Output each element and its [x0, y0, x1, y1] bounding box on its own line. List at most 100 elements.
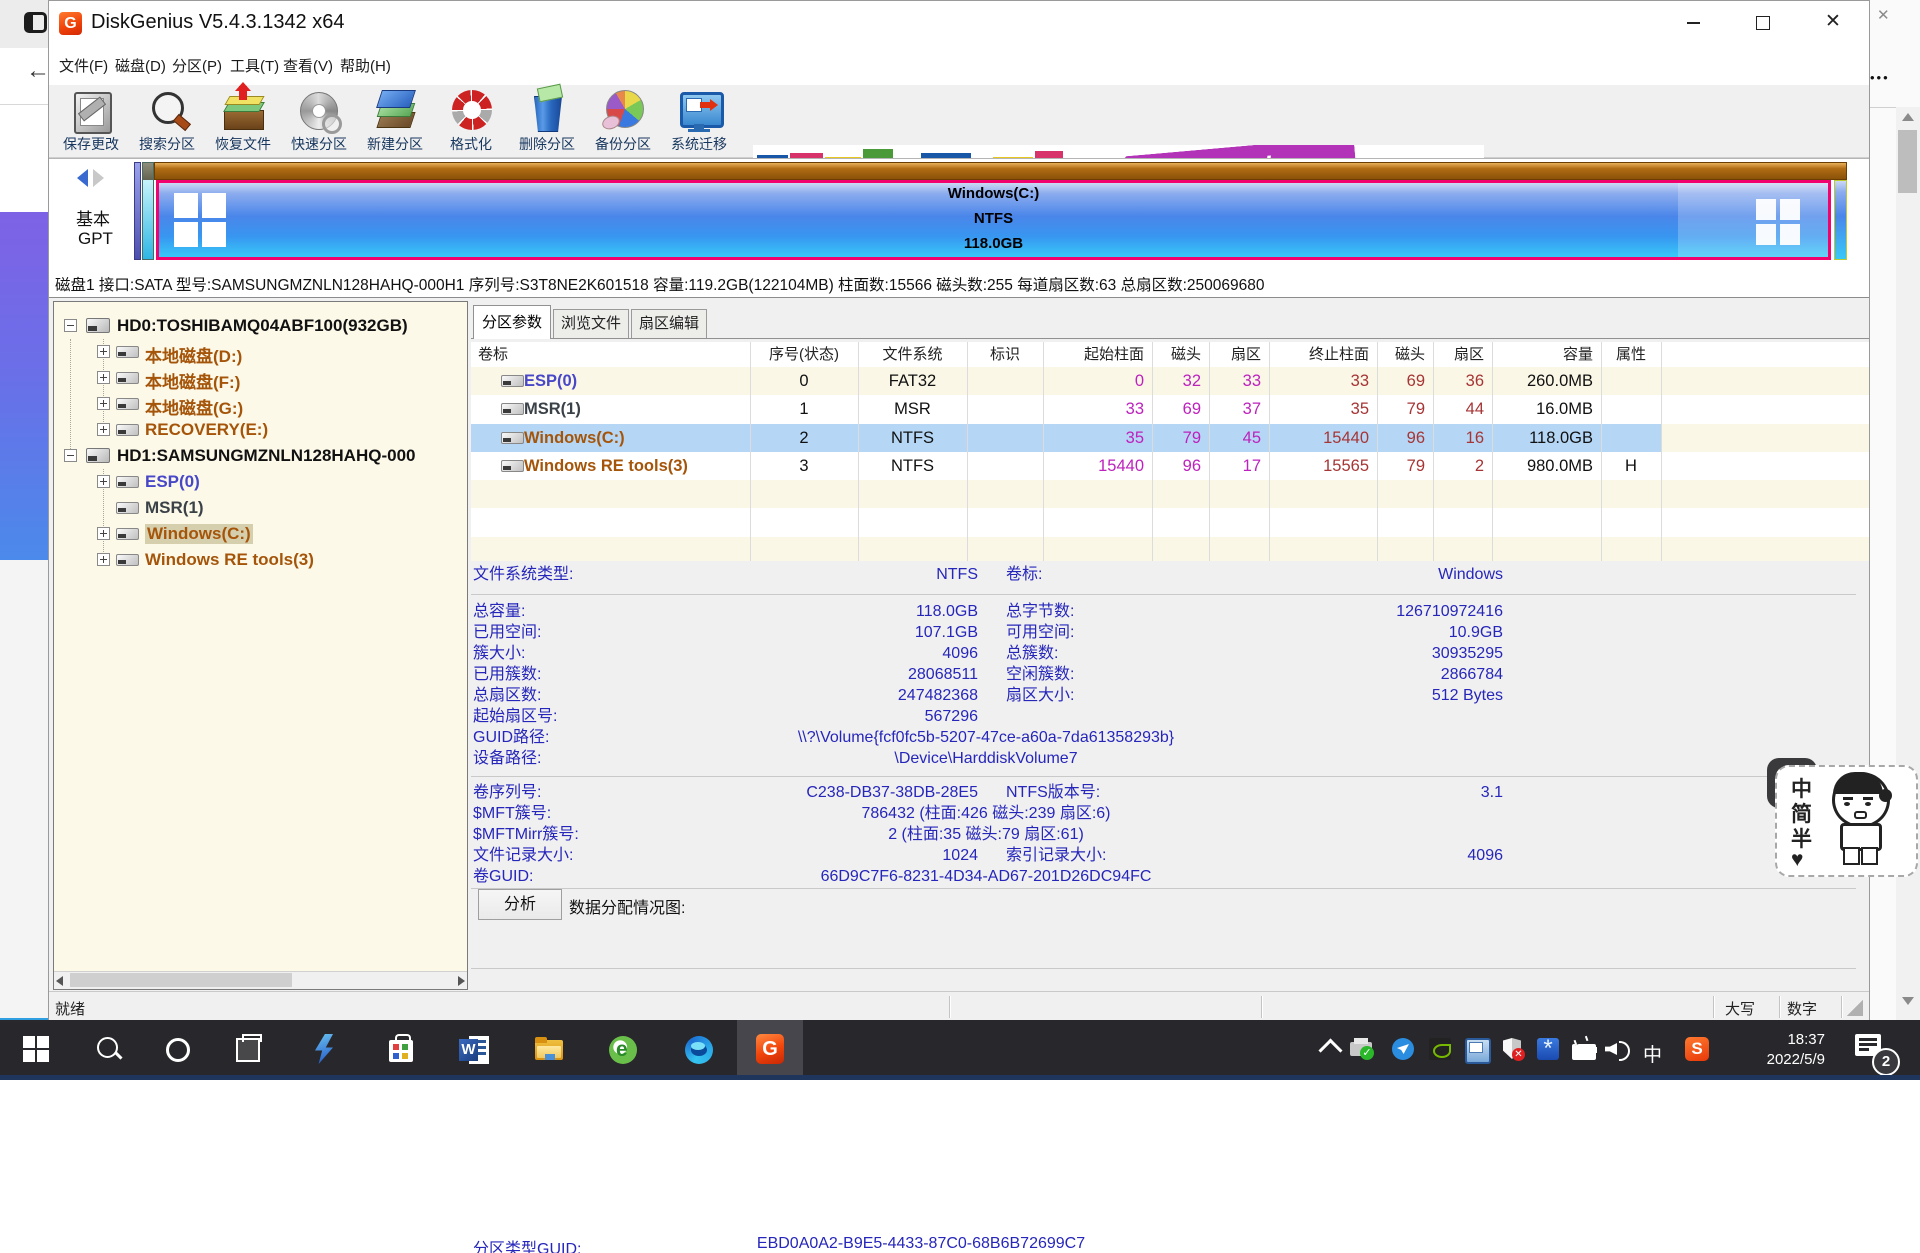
partition-strip-esp[interactable] — [134, 162, 141, 260]
col-start-cylinder[interactable]: 起始柱面 — [1043, 342, 1144, 367]
ime-widget[interactable]: 中 简 半 ♥ — [1775, 765, 1918, 877]
table-row[interactable]: MSR(1) 1 MSR 33 69 37 35 79 44 16.0MB — [471, 395, 1869, 423]
expand-icon[interactable] — [97, 553, 110, 566]
col-end-sector[interactable]: 扇区 — [1433, 342, 1484, 367]
scroll-left-icon[interactable] — [56, 976, 63, 986]
tray-messenger-icon[interactable] — [1392, 1038, 1424, 1070]
scroll-down-icon[interactable] — [1902, 997, 1914, 1005]
quick-partition-button[interactable]: 快速分区 — [281, 85, 357, 157]
col-filesystem[interactable]: 文件系统 — [858, 342, 967, 367]
diskgenius-taskbar-icon[interactable]: G — [754, 1034, 786, 1066]
tree-item-recovery-e[interactable]: RECOVERY(E:) — [54, 417, 467, 443]
taskbar-clock[interactable]: 18:37 2022/5/9 — [1735, 1030, 1825, 1070]
menu-file[interactable]: 文件(F) — [59, 55, 108, 76]
next-disk-arrow-icon[interactable] — [93, 169, 104, 187]
analyze-button[interactable]: 分析 — [478, 889, 562, 920]
tree-item-local-f[interactable]: 本地磁盘(F:) — [54, 365, 467, 391]
partition-strip-re-tools[interactable] — [1834, 180, 1847, 260]
tray-sogou-icon[interactable]: S — [1685, 1037, 1717, 1069]
expand-icon[interactable] — [97, 397, 110, 410]
ellipsis-icon[interactable]: ••• — [1870, 70, 1890, 85]
tray-expand-icon[interactable] — [1318, 1038, 1342, 1062]
minimize-button[interactable] — [1687, 22, 1700, 24]
maximize-button[interactable] — [1756, 16, 1770, 30]
close-icon[interactable]: ✕ — [1877, 6, 1890, 24]
table-row-selected[interactable]: Windows(C:) 2 NTFS 35 79 45 15440 96 16 … — [471, 424, 1869, 452]
close-button[interactable]: ✕ — [1825, 10, 1841, 33]
tray-nvidia-icon[interactable] — [1429, 1038, 1461, 1070]
tree-item-hd1[interactable]: HD1:SAMSUNGMZNLN128HAHQ-000 — [54, 443, 467, 469]
menu-help[interactable]: 帮助(H) — [340, 55, 391, 76]
partition-windows-c[interactable]: Windows(C:) NTFS 118.0GB — [156, 180, 1831, 260]
tray-volume-icon[interactable] — [1605, 1037, 1637, 1069]
expand-icon[interactable] — [97, 345, 110, 358]
tree-item-windows-re[interactable]: Windows RE tools(3) — [54, 547, 467, 573]
background-scrollbar[interactable] — [1896, 107, 1920, 1022]
store-icon[interactable] — [385, 1034, 417, 1066]
save-changes-button[interactable]: 保存更改 — [53, 85, 129, 157]
tree-item-esp[interactable]: ESP(0) — [54, 469, 467, 495]
menu-view[interactable]: 查看(V) — [283, 55, 333, 76]
search-button[interactable] — [94, 1034, 126, 1066]
recover-files-button[interactable]: 恢复文件 — [205, 85, 281, 157]
menu-partition[interactable]: 分区(P) — [172, 55, 222, 76]
col-identifier[interactable]: 标识 — [967, 342, 1043, 367]
col-start-sector[interactable]: 扇区 — [1209, 342, 1261, 367]
app-lightning-icon[interactable] — [309, 1034, 341, 1066]
tray-battery-icon[interactable] — [1572, 1038, 1604, 1070]
col-volume-label[interactable]: 卷标 — [478, 342, 508, 367]
system-migrate-button[interactable]: 系统迁移 — [661, 85, 737, 157]
search-partition-button[interactable]: 搜索分区 — [129, 85, 205, 157]
file-explorer-icon[interactable] — [533, 1034, 565, 1066]
tray-printer-icon[interactable]: ✓ — [1350, 1038, 1382, 1070]
cortana-button[interactable] — [162, 1034, 194, 1066]
col-attributes[interactable]: 属性 — [1601, 342, 1661, 367]
tab-sector-edit[interactable]: 扇区编辑 — [631, 309, 707, 339]
title-bar[interactable]: G DiskGenius V5.4.3.1342 x64 ✕ — [49, 1, 1869, 45]
format-button[interactable]: 格式化 — [433, 85, 509, 157]
tab-partition-params[interactable]: 分区参数 — [473, 305, 551, 339]
back-arrow-icon[interactable]: ← — [26, 60, 48, 82]
delete-partition-button[interactable]: 删除分区 — [509, 85, 585, 157]
col-start-head[interactable]: 磁头 — [1152, 342, 1201, 367]
expand-icon[interactable] — [97, 423, 110, 436]
word-icon[interactable]: W — [459, 1034, 491, 1066]
start-button[interactable] — [21, 1034, 53, 1066]
col-end-cylinder[interactable]: 终止柱面 — [1269, 342, 1369, 367]
table-row[interactable]: ESP(0) 0 FAT32 0 32 33 33 69 36 260.0MB — [471, 367, 1869, 395]
table-row[interactable]: Windows RE tools(3) 3 NTFS 15440 96 17 1… — [471, 452, 1869, 480]
tree-hscrollbar[interactable] — [54, 971, 467, 989]
tray-snowflake-icon[interactable]: * — [1537, 1038, 1569, 1070]
tree-item-local-g[interactable]: 本地磁盘(G:) — [54, 391, 467, 417]
tray-ime-lang-indicator[interactable]: 中 — [1643, 1040, 1662, 1067]
col-capacity[interactable]: 容量 — [1492, 342, 1593, 367]
menu-tools[interactable]: 工具(T) — [230, 55, 279, 76]
resize-grip[interactable] — [1847, 1000, 1863, 1016]
browser-tab-icon[interactable] — [24, 12, 47, 33]
tree-item-msr[interactable]: MSR(1) — [54, 495, 467, 521]
expand-icon[interactable] — [97, 527, 110, 540]
collapse-icon[interactable] — [64, 319, 77, 332]
tree-item-windows-c[interactable]: Windows(C:) — [54, 521, 467, 547]
tray-defender-icon[interactable]: ✕ — [1501, 1038, 1533, 1070]
prev-disk-arrow-icon[interactable] — [77, 169, 88, 187]
partition-strip-msr[interactable] — [142, 162, 154, 260]
task-view-button[interactable] — [232, 1034, 264, 1066]
scroll-up-icon[interactable] — [1902, 113, 1914, 121]
tree-hscroll-thumb[interactable] — [70, 973, 292, 987]
scroll-right-icon[interactable] — [458, 976, 465, 986]
tree-item-hd0[interactable]: HD0:TOSHIBAMQ04ABF100(932GB) — [54, 313, 467, 339]
col-index-status[interactable]: 序号(状态) — [750, 342, 858, 367]
tree-item-local-d[interactable]: 本地磁盘(D:) — [54, 339, 467, 365]
expand-icon[interactable] — [97, 475, 110, 488]
tab-browse-files[interactable]: 浏览文件 — [553, 309, 629, 339]
backup-partition-button[interactable]: 备份分区 — [585, 85, 661, 157]
tray-intel-gfx-icon[interactable] — [1465, 1038, 1497, 1070]
menu-disk[interactable]: 磁盘(D) — [115, 55, 166, 76]
edge-icon[interactable] — [683, 1034, 715, 1066]
col-end-head[interactable]: 磁头 — [1377, 342, 1425, 367]
ie-browser-icon[interactable]: e — [607, 1034, 639, 1066]
collapse-icon[interactable] — [64, 449, 77, 462]
scroll-thumb[interactable] — [1898, 130, 1917, 193]
expand-icon[interactable] — [97, 371, 110, 384]
